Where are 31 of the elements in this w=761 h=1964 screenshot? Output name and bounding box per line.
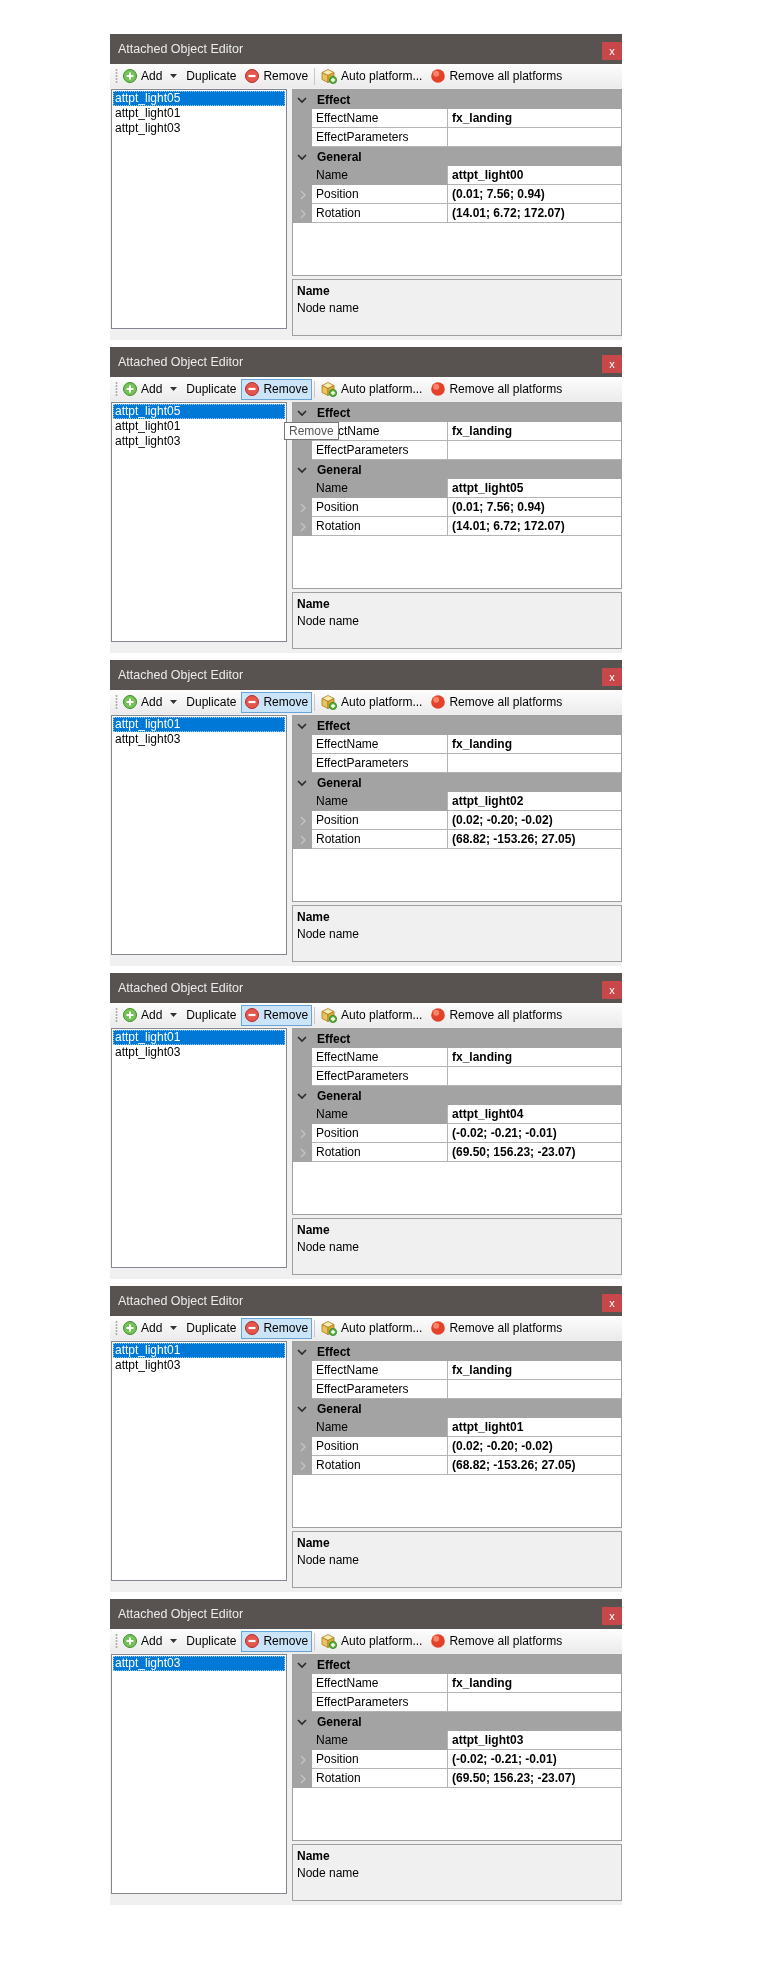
description-text: Node name (297, 1865, 360, 1882)
description-title: Name (297, 283, 330, 300)
tooltip: Remove (284, 422, 339, 440)
description-title: Name (297, 1535, 330, 1552)
category-label: General (317, 775, 362, 790)
category-label: General (317, 149, 362, 164)
description-text: Node name (297, 300, 360, 317)
category-label: General (317, 1714, 362, 1729)
window-title: Attached Object Editor (118, 42, 244, 56)
category-label: General (317, 1401, 362, 1416)
description-text: Node name (297, 926, 360, 943)
window-title: Attached Object Editor (118, 981, 244, 995)
description-text: Node name (297, 1552, 360, 1569)
description-text: Node name (297, 1239, 360, 1256)
window-title: Attached Object Editor (118, 355, 244, 369)
category-label: General (317, 1088, 362, 1103)
window-title: Attached Object Editor (118, 1607, 244, 1621)
category-label: General (317, 462, 362, 477)
category-label: Effect (317, 405, 351, 420)
window-title: Attached Object Editor (118, 1294, 244, 1308)
category-label: Effect (317, 1657, 351, 1672)
description-title: Name (297, 1222, 330, 1239)
window-title: Attached Object Editor (118, 668, 244, 682)
category-label: Effect (317, 92, 351, 107)
description-title: Name (297, 1848, 330, 1865)
description-title: Name (297, 596, 330, 613)
description-text: Node name (297, 613, 360, 630)
description-title: Name (297, 909, 330, 926)
category-label: Effect (317, 1344, 351, 1359)
category-label: Effect (317, 718, 351, 733)
category-label: Effect (317, 1031, 351, 1046)
